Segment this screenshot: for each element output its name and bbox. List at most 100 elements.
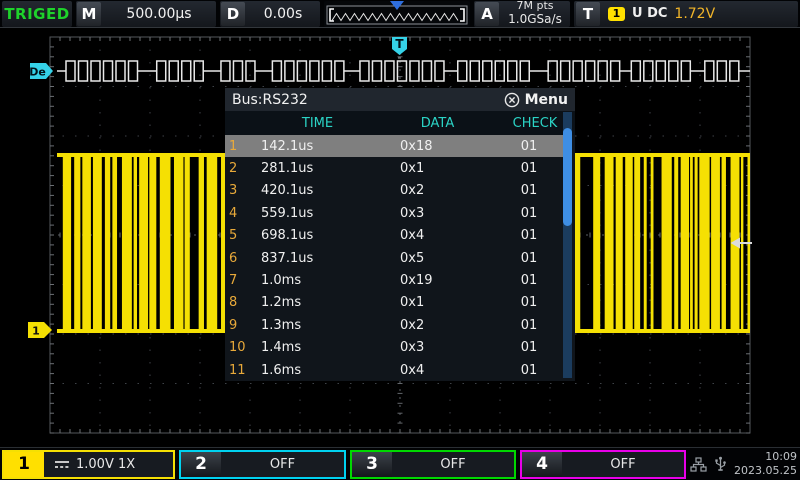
channel-1-settings: 1.00V 1X <box>44 457 173 472</box>
row-data: 0x1 <box>380 295 495 310</box>
row-check: 01 <box>495 251 563 266</box>
row-time: 1.0ms <box>255 273 380 288</box>
acquire-info: 7M pts 1.0GSa/s <box>500 0 570 26</box>
delay-label: D <box>221 2 245 26</box>
row-data: 0x3 <box>380 206 495 221</box>
row-time: 837.1us <box>255 251 380 266</box>
row-data: 0x19 <box>380 273 495 288</box>
channel-1-box[interactable]: 1 1.00V 1X <box>2 450 175 479</box>
row-number: 11 <box>225 363 255 378</box>
row-data: 0x18 <box>380 139 495 154</box>
row-number: 4 <box>225 206 255 221</box>
row-time: 1.4ms <box>255 340 380 355</box>
top-status-bar: TRIGED M 500.00µs D 0.00s A 7M pts 1.0GS… <box>0 0 800 28</box>
trigger-source-badge: 1 <box>608 7 625 21</box>
scrollbar-track[interactable] <box>563 112 572 378</box>
column-data: DATA <box>380 116 495 131</box>
row-check: 01 <box>495 183 563 198</box>
table-row[interactable]: 10 1.4ms 0x3 01 <box>225 337 563 359</box>
waveform-preview-graphic <box>324 1 470 27</box>
delay-value: 0.00s <box>246 6 320 22</box>
waveform-preview[interactable] <box>324 1 470 27</box>
row-check: 01 <box>495 161 563 176</box>
bottom-channel-bar: 1 1.00V 1X 2 OFF 3 OFF 4 OFF <box>0 447 800 480</box>
channel-4-badge: 4 <box>522 452 562 477</box>
channel-3-state: OFF <box>392 457 514 472</box>
scrollbar-thumb[interactable] <box>563 128 572 226</box>
row-number: 6 <box>225 251 255 266</box>
channel-4-box[interactable]: 4 OFF <box>520 450 686 479</box>
table-row[interactable]: 8 1.2ms 0x1 01 <box>225 292 563 314</box>
row-check: 01 <box>495 318 563 333</box>
bus-decode-popup: Bus:RS232 Menu TIME DATA CHECK 1 142.1us… <box>225 88 575 381</box>
channel-2-badge: 2 <box>181 452 221 477</box>
row-check: 01 <box>495 295 563 310</box>
row-number: 10 <box>225 340 255 355</box>
menu-button[interactable]: Menu <box>504 92 568 108</box>
timebase-label: M <box>77 2 101 26</box>
channel-2-box[interactable]: 2 OFF <box>179 450 346 479</box>
acquire-rate: 1.0GSa/s <box>500 13 570 27</box>
table-row[interactable]: 11 1.6ms 0x4 01 <box>225 359 563 381</box>
channel-1-scale: 1.00V 1X <box>76 457 135 472</box>
row-data: 0x4 <box>380 363 495 378</box>
row-time: 559.1us <box>255 206 380 221</box>
svg-text:T: T <box>395 37 404 51</box>
close-circle-icon <box>504 92 520 108</box>
table-row[interactable]: 4 559.1us 0x3 01 <box>225 202 563 224</box>
row-time: 698.1us <box>255 228 380 243</box>
svg-text:De: De <box>29 66 46 79</box>
row-time: 1.6ms <box>255 363 380 378</box>
trigger-coupling: U DC <box>632 6 667 21</box>
row-check: 01 <box>495 206 563 221</box>
row-number: 9 <box>225 318 255 333</box>
popup-title: Bus:RS232 <box>232 92 308 108</box>
row-time: 1.3ms <box>255 318 380 333</box>
trigger-control[interactable]: T 1 U DC 1.72V <box>574 1 798 27</box>
row-number: 8 <box>225 295 255 310</box>
menu-button-label: Menu <box>525 92 568 108</box>
decode-table-body: 1 142.1us 0x18 01 2 281.1us 0x1 01 3 420… <box>225 135 575 381</box>
row-time: 142.1us <box>255 139 380 154</box>
ch1-zero-marker[interactable]: 1 <box>28 322 52 338</box>
row-check: 01 <box>495 139 563 154</box>
table-row[interactable]: 5 698.1us 0x4 01 <box>225 225 563 247</box>
channel-4-state: OFF <box>562 457 684 472</box>
row-check: 01 <box>495 340 563 355</box>
trigger-level-value: 1.72V <box>674 6 715 22</box>
channel-1-badge: 1 <box>4 452 44 477</box>
row-data: 0x5 <box>380 251 495 266</box>
row-data: 0x1 <box>380 161 495 176</box>
timebase-value: 500.00µs <box>102 6 216 22</box>
row-number: 5 <box>225 228 255 243</box>
clock: 10:09 2023.05.25 <box>734 450 797 478</box>
delay-control[interactable]: D 0.00s <box>220 1 320 27</box>
row-number: 1 <box>225 139 255 154</box>
dc-coupling-icon <box>53 458 71 470</box>
trigger-label: T <box>576 2 600 26</box>
column-time: TIME <box>255 116 380 131</box>
timebase-control[interactable]: M 500.00µs <box>76 1 216 27</box>
trigger-status-text: TRIGED <box>4 5 69 23</box>
clock-date: 2023.05.25 <box>734 464 797 478</box>
table-row[interactable]: 6 837.1us 0x5 01 <box>225 247 563 269</box>
row-number: 2 <box>225 161 255 176</box>
table-row[interactable]: 9 1.3ms 0x2 01 <box>225 314 563 336</box>
trigger-status-indicator: TRIGED <box>2 1 72 27</box>
table-row[interactable]: 3 420.1us 0x2 01 <box>225 180 563 202</box>
row-check: 01 <box>495 273 563 288</box>
row-time: 281.1us <box>255 161 380 176</box>
table-row[interactable]: 2 281.1us 0x1 01 <box>225 157 563 179</box>
channel-3-box[interactable]: 3 OFF <box>350 450 516 479</box>
decode-channel-marker[interactable]: De <box>29 63 53 79</box>
row-data: 0x2 <box>380 318 495 333</box>
row-check: 01 <box>495 363 563 378</box>
trigger-position-marker[interactable]: T <box>392 37 407 58</box>
decode-table-header: TIME DATA CHECK <box>225 111 575 135</box>
acquire-control[interactable]: A 7M pts 1.0GSa/s <box>474 1 570 27</box>
table-row[interactable]: 1 142.1us 0x18 01 <box>225 135 563 157</box>
table-row[interactable]: 7 1.0ms 0x19 01 <box>225 269 563 291</box>
bus-digital-trace <box>57 61 750 81</box>
row-data: 0x2 <box>380 183 495 198</box>
acquire-label: A <box>475 2 499 26</box>
